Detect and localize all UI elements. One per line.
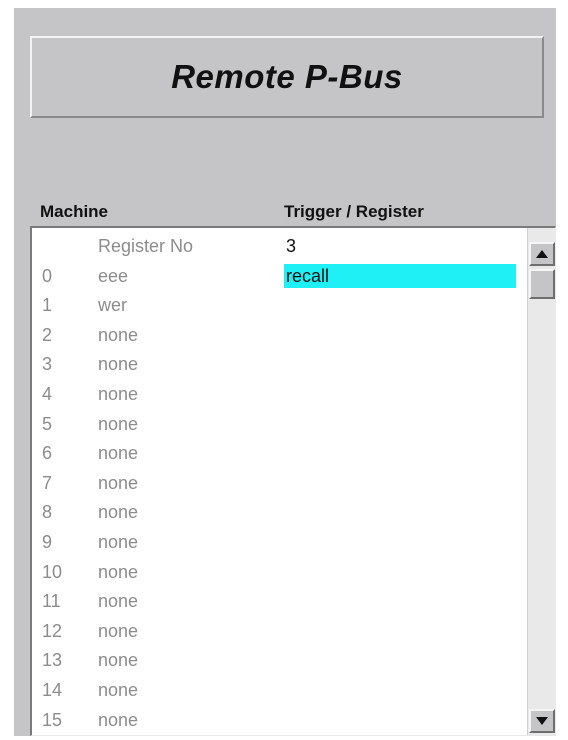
machine-list[interactable]: Register No 3 0 eee recall 1 wer 2 none 3 none 4 non… [30, 226, 556, 736]
vertical-scrollbar[interactable] [527, 228, 555, 735]
machine-name: none [98, 591, 139, 612]
machine-number: 10 [42, 561, 63, 582]
column-header-trigger-register[interactable]: Trigger / Register [284, 202, 424, 222]
table-row[interactable]: 0 eee recall [32, 263, 526, 293]
trigger-register-cell[interactable] [284, 352, 516, 376]
machine-name: none [98, 383, 139, 404]
machine-name: none [98, 620, 139, 641]
trigger-register-cell[interactable] [284, 708, 516, 732]
machine-number: 6 [42, 443, 53, 464]
trigger-register-cell[interactable] [284, 441, 516, 465]
column-header-machine[interactable]: Machine [40, 202, 108, 222]
machine-number: 5 [42, 413, 53, 434]
scroll-up-button[interactable] [529, 242, 555, 266]
scroll-thumb[interactable] [529, 269, 555, 299]
page-title: Remote P-Bus [171, 58, 403, 95]
table-row[interactable]: 5 none [32, 411, 526, 441]
trigger-register-cell[interactable] [284, 293, 516, 317]
machine-number: 1 [42, 295, 53, 316]
table-row[interactable]: 7 none [32, 470, 526, 500]
machine-number: 4 [42, 383, 53, 404]
table-row[interactable]: 8 none [32, 499, 526, 529]
machine-number: 9 [42, 531, 53, 552]
trigger-register-cell[interactable]: 3 [284, 234, 516, 258]
table-row[interactable]: Register No 3 [32, 233, 526, 263]
scroll-down-button[interactable] [529, 709, 555, 733]
trigger-register-cell[interactable] [284, 589, 516, 613]
table-row[interactable]: 9 none [32, 529, 526, 559]
table-row[interactable]: 12 none [32, 618, 526, 648]
machine-name: none [98, 413, 139, 434]
arrow-down-icon [536, 717, 548, 725]
trigger-register-cell[interactable] [284, 412, 516, 436]
machine-number: 15 [42, 709, 63, 730]
trigger-register-cell[interactable]: recall [284, 263, 516, 288]
machine-name: Register No [98, 236, 194, 256]
arrow-up-icon [536, 250, 548, 258]
title-banner: Remote P-Bus [30, 36, 544, 118]
machine-name: wer [98, 295, 128, 316]
table-row[interactable]: 3 none [32, 351, 526, 381]
trigger-register-cell[interactable] [284, 323, 516, 347]
machine-number: 7 [42, 472, 53, 493]
machine-name: none [98, 472, 139, 493]
trigger-register-cell[interactable] [284, 382, 516, 406]
table-row[interactable]: 2 none [32, 322, 526, 352]
remote-pbus-panel: Remote P-Bus Machine Trigger / Register … [14, 8, 556, 736]
trigger-register-cell[interactable] [284, 619, 516, 643]
table-row[interactable]: 10 none [32, 559, 526, 589]
trigger-register-cell[interactable] [284, 500, 516, 524]
table-row[interactable]: 11 none [32, 588, 526, 618]
table-row[interactable]: 1 wer [32, 292, 526, 322]
machine-name: none [98, 443, 139, 464]
machine-number: 2 [42, 324, 53, 345]
table-header: Machine Trigger / Register [30, 200, 556, 224]
machine-name: none [98, 679, 139, 700]
machine-name: none [98, 709, 139, 730]
table-row[interactable]: 13 none [32, 647, 526, 677]
machine-name: none [98, 650, 139, 671]
machine-name: none [98, 561, 139, 582]
machine-number: 11 [42, 591, 61, 612]
machine-number: 3 [42, 354, 53, 375]
machine-name: none [98, 531, 139, 552]
table-row[interactable]: 14 none [32, 677, 526, 707]
machine-list-rows: Register No 3 0 eee recall 1 wer 2 none 3 none 4 non… [32, 233, 526, 736]
table-row[interactable]: 6 none [32, 440, 526, 470]
machine-number: 13 [42, 650, 63, 671]
machine-name: none [98, 354, 139, 375]
machine-name: none [98, 324, 139, 345]
trigger-register-cell[interactable] [284, 560, 516, 584]
machine-name: none [98, 502, 139, 523]
machine-number: 14 [42, 679, 63, 700]
machine-name: eee [98, 265, 129, 286]
machine-number: 0 [42, 265, 53, 286]
trigger-register-cell[interactable] [284, 648, 516, 672]
machine-number: 12 [42, 620, 63, 641]
table-row[interactable]: 4 none [32, 381, 526, 411]
table-row[interactable]: 15 none [32, 707, 526, 736]
machine-number: 8 [42, 502, 53, 523]
trigger-register-cell[interactable] [284, 678, 516, 702]
trigger-register-cell[interactable] [284, 471, 516, 495]
trigger-register-cell[interactable] [284, 530, 516, 554]
